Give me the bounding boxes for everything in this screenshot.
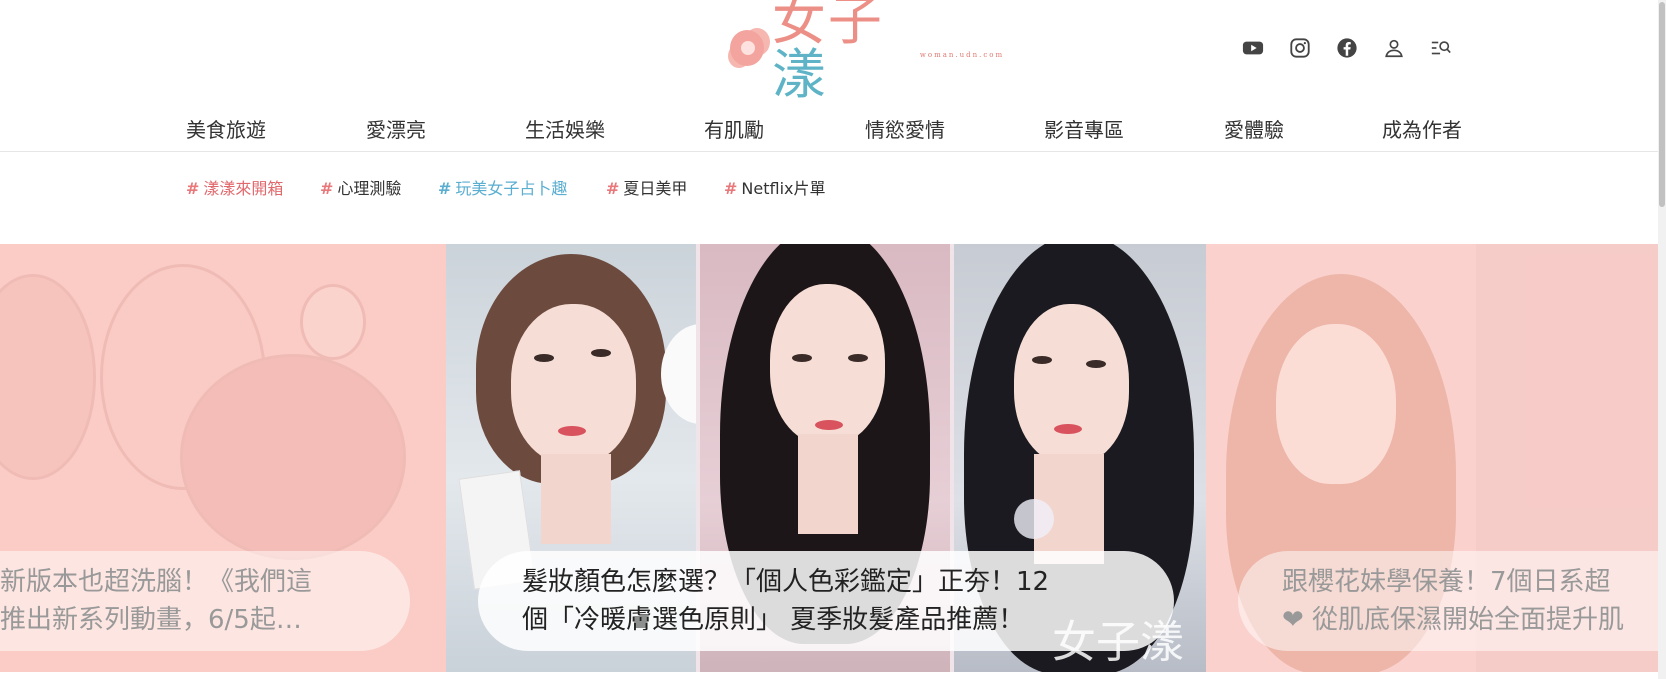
facebook-icon[interactable] bbox=[1335, 36, 1359, 60]
logo-subtitle: woman.udn.com bbox=[919, 51, 1005, 59]
tag-label: 漾漾來開箱 bbox=[203, 179, 284, 198]
nav-item-video[interactable]: 影音專區 bbox=[1044, 114, 1124, 143]
header-icons bbox=[1241, 36, 1453, 60]
tag-netflix[interactable]: # Netflix片單 bbox=[724, 175, 826, 199]
tag-unboxing[interactable]: # 漾漾來開箱 bbox=[186, 175, 283, 199]
nav-item-skincare[interactable]: 有肌勵 bbox=[704, 114, 764, 143]
hash-icon: # bbox=[320, 179, 334, 198]
caption-line: 個「冷暖膚選色原則」 夏季妝髮產品推薦！ bbox=[522, 605, 1025, 635]
nav-item-love[interactable]: 情慾愛情 bbox=[865, 114, 945, 143]
tag-label: 心理測驗 bbox=[337, 179, 402, 198]
hash-icon: # bbox=[438, 179, 452, 198]
scrollbar-thumb[interactable] bbox=[1659, 2, 1665, 207]
featured-carousel[interactable]: 女子漾 新版本也超洗腦！《我們這 推出新系列動畫，6/5起… 髮妝顏色怎麼選？「… bbox=[0, 244, 1658, 672]
tag-divination[interactable]: # 玩美女子占卜趣 bbox=[438, 175, 567, 199]
nav-item-lifestyle[interactable]: 生活娛樂 bbox=[525, 114, 605, 143]
main-nav: 美食旅遊 愛漂亮 生活娛樂 有肌勵 情慾愛情 影音專區 愛體驗 成為作者 bbox=[0, 104, 1658, 152]
logo-text: 女子漾 woman.udn.com bbox=[772, 0, 1002, 102]
nav-item-food-travel[interactable]: 美食旅遊 bbox=[186, 114, 266, 143]
caption-line: ❤ 從肌底保濕開始全面提升肌 bbox=[1282, 605, 1625, 635]
carousel-caption-prev[interactable]: 新版本也超洗腦！《我們這 推出新系列動畫，6/5起… bbox=[0, 551, 410, 651]
caption-line: 新版本也超洗腦！《我們這 bbox=[0, 567, 313, 597]
logo-flower-icon bbox=[730, 30, 764, 66]
page-scrollbar[interactable] bbox=[1658, 0, 1666, 679]
logo-accent-text: 漾 bbox=[771, 43, 828, 106]
tag-label: Netflix片單 bbox=[741, 179, 826, 198]
carousel-caption-next[interactable]: 跟櫻花妹學保養！7個日系超 ❤ 從肌底保濕開始全面提升肌 bbox=[1238, 551, 1658, 651]
tag-psych-test[interactable]: # 心理測驗 bbox=[320, 175, 401, 199]
youtube-icon[interactable] bbox=[1241, 36, 1265, 60]
nav-item-beauty[interactable]: 愛漂亮 bbox=[366, 114, 426, 143]
caption-line: 跟櫻花妹學保養！7個日系超 bbox=[1282, 567, 1611, 597]
tag-label: 夏日美甲 bbox=[623, 179, 688, 198]
search-icon[interactable] bbox=[1429, 36, 1453, 60]
tag-label: 玩美女子占卜趣 bbox=[455, 179, 568, 198]
tag-summer-nails[interactable]: # 夏日美甲 bbox=[606, 175, 687, 199]
caption-line: 髮妝顏色怎麼選？「個人色彩鑑定」正夯！12 bbox=[522, 567, 1050, 597]
nav-item-become-author[interactable]: 成為作者 bbox=[1382, 114, 1462, 143]
hash-icon: # bbox=[606, 179, 620, 198]
carousel-caption-current[interactable]: 髮妝顏色怎麼選？「個人色彩鑑定」正夯！12 個「冷暖膚選色原則」 夏季妝髮產品推… bbox=[478, 551, 1174, 651]
hash-icon: # bbox=[724, 179, 738, 198]
caption-line: 推出新系列動畫，6/5起… bbox=[0, 605, 302, 635]
nav-item-experience[interactable]: 愛體驗 bbox=[1224, 114, 1284, 143]
hash-icon: # bbox=[186, 179, 200, 198]
site-logo[interactable]: 女子漾 woman.udn.com bbox=[730, 0, 1002, 102]
instagram-icon[interactable] bbox=[1288, 36, 1312, 60]
user-icon[interactable] bbox=[1382, 36, 1406, 60]
